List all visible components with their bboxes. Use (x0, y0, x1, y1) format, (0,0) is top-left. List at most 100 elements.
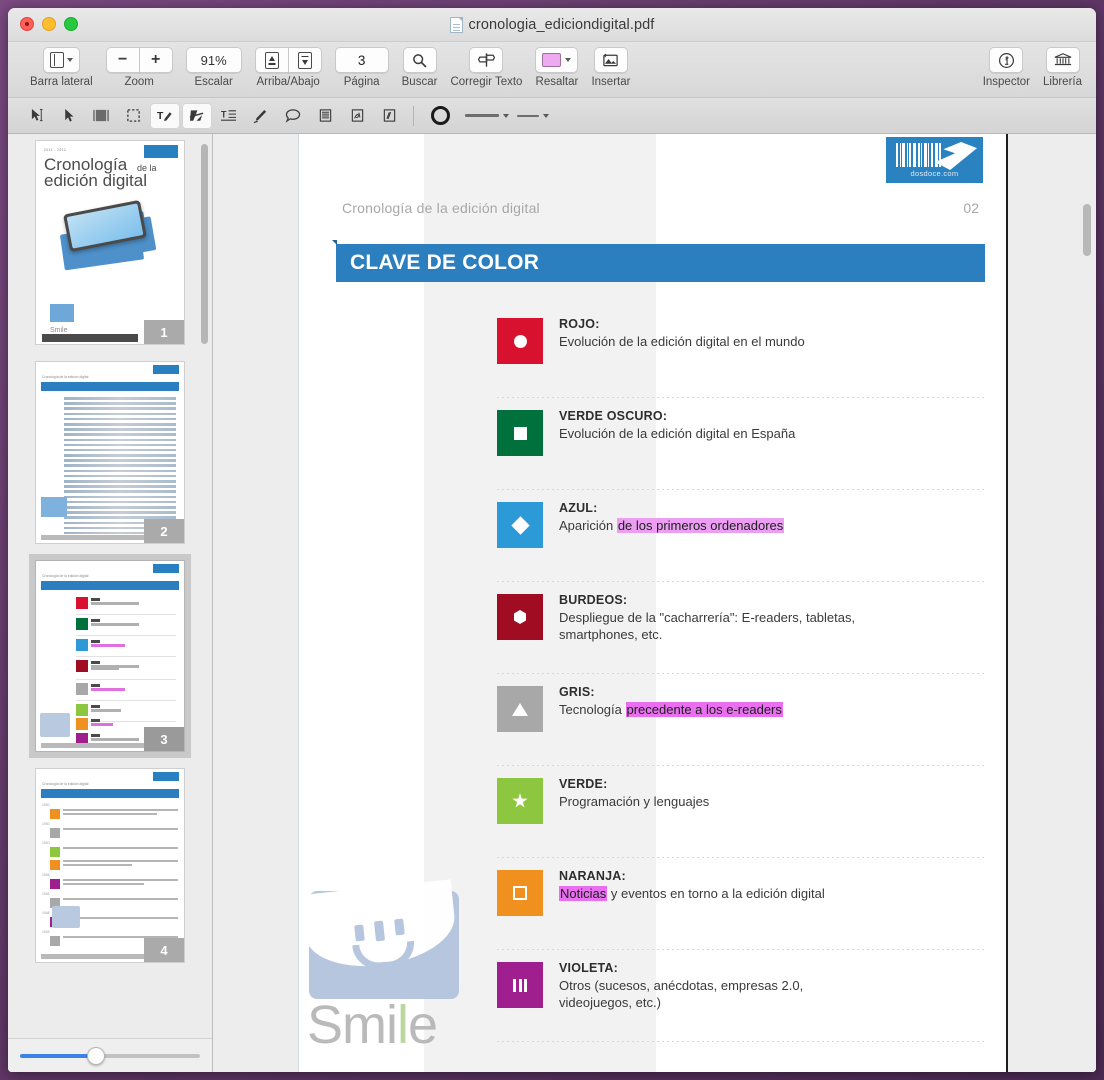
shape-tool-button[interactable] (423, 103, 457, 129)
key-name: AZUL: (559, 501, 598, 515)
barcode-bars (896, 143, 942, 167)
search-button[interactable] (402, 47, 437, 73)
thumb-section-bar (41, 382, 179, 391)
color-key-row: NARANJA: Noticias y eventos en torno a l… (497, 864, 985, 956)
main-toolbar: Barra lateral − + Zoom 91% Escalar Arrib… (8, 42, 1096, 98)
link-icon (383, 109, 395, 122)
key-desc-text: Otros (sucesos, anécdotas, empresas 2.0, (559, 977, 804, 993)
thumbnail-page-1[interactable]: 2011 - 2012 Cronología de la edición dig… (35, 140, 185, 345)
key-name: ROJO: (559, 317, 600, 331)
thumb-running-head: Cronología de la edición digital (42, 574, 89, 578)
inspector-button[interactable] (989, 47, 1024, 73)
key-name: VIOLETA: (559, 961, 619, 975)
slider-knob[interactable] (86, 1046, 105, 1065)
key-description: Otros (sucesos, anécdotas, empresas 2.0,… (559, 977, 985, 1011)
toolbar-group-page: 3 Página (334, 47, 389, 88)
dosdoce-logo: dosdoce.com (886, 137, 983, 183)
sidebar-toggle-button[interactable] (42, 47, 80, 73)
viewer-right-gutter (1010, 134, 1096, 1072)
thumb-cover-footer (42, 334, 138, 342)
toolbar-label-library: Librería (1043, 76, 1082, 88)
swatch-rojo (497, 318, 543, 364)
thumb-cover-brand: Smile (50, 327, 68, 334)
page-select-tool-button[interactable] (86, 103, 116, 129)
library-button[interactable] (1045, 47, 1080, 73)
zoom-out-button[interactable]: − (105, 47, 140, 73)
toolbar-group-zoom: − + Zoom (105, 47, 173, 88)
thumbnail-page-4[interactable]: Cronología de la edición digital 1900 19… (35, 768, 185, 963)
page-number-field[interactable]: 3 (334, 47, 389, 73)
svg-text:T: T (157, 110, 164, 121)
key-divider (497, 673, 985, 674)
insert-button[interactable] (593, 47, 628, 73)
signature-stamp-icon (351, 109, 363, 122)
logo-swoosh-icon (935, 142, 977, 170)
text-select-tool-button[interactable] (22, 103, 52, 129)
thumbnail-page-number: 1 (144, 320, 184, 344)
key-name: GRIS: (559, 685, 595, 699)
toolbar-label-sidebar: Barra lateral (30, 76, 93, 88)
toolbar-label-zoom: Zoom (124, 76, 154, 88)
text-box-icon: T (221, 109, 237, 121)
thumb-section-bar (41, 581, 179, 590)
highlighted-text: Noticias (559, 885, 608, 901)
toolbar-group-highlight: Resaltar (535, 47, 579, 88)
thumb-cover-kicker: 2011 - 2012 (44, 148, 67, 152)
toolbar-group-insert: Insertar (591, 47, 630, 88)
chevron-down-icon (503, 113, 509, 118)
swatch-burdeos (497, 594, 543, 640)
line-style-control[interactable] (465, 113, 509, 118)
redact-tool-button[interactable] (182, 102, 212, 129)
toolbar-label-inspector: Inspector (982, 76, 1030, 88)
chevron-down-icon (565, 58, 572, 62)
toolbar-label-page: Página (343, 76, 380, 88)
line-style-icon (465, 114, 499, 117)
thumbnail-list: 2011 - 2012 Cronología de la edición dig… (8, 134, 212, 1038)
text-edit-tool-button[interactable]: T (150, 102, 180, 129)
thumbnail-size-slider[interactable] (20, 1046, 200, 1065)
color-key-row: VERDE: Programación y lenguajes (497, 772, 985, 864)
scale-field[interactable]: 91% (185, 47, 242, 73)
key-desc-text-line2: videojuegos, etc.) (559, 995, 661, 1011)
comment-tool-button[interactable] (278, 103, 308, 129)
minus-icon: − (117, 51, 128, 68)
marquee-select-tool-button[interactable] (118, 103, 148, 129)
viewer-scrollbar[interactable] (1083, 204, 1091, 256)
key-divider (497, 397, 985, 398)
circle-glyph-icon (513, 334, 527, 348)
note-tool-button[interactable] (310, 103, 340, 129)
arrow-select-tool-button[interactable] (54, 103, 84, 129)
toolbar-group-updown: Arriba/Abajo (254, 47, 322, 88)
swatch-verde (497, 778, 543, 824)
sidebar-scrollbar[interactable] (201, 144, 208, 344)
color-key-list: ROJO: Evolución de la edición digital en… (497, 312, 985, 1048)
triangle-glyph-icon (512, 702, 528, 716)
zoom-in-button[interactable]: + (138, 47, 173, 73)
toolbar-group-inspector: Inspector (983, 47, 1030, 88)
key-desc-text: Evolución de la edición digital en Españ… (559, 425, 796, 441)
key-description: Evolución de la edición digital en Españ… (559, 425, 985, 442)
toolbar-label-insert: Insertar (591, 76, 631, 88)
line-weight-control[interactable] (517, 113, 549, 118)
stamp-tool-button[interactable] (342, 103, 372, 129)
pen-tool-button[interactable] (246, 103, 276, 129)
text-box-tool-button[interactable]: T (214, 103, 244, 129)
page-down-button[interactable] (287, 47, 322, 73)
key-divider (497, 857, 985, 858)
square-outline-glyph-icon (513, 886, 527, 900)
highlight-button[interactable] (535, 47, 579, 73)
correct-text-button[interactable] (469, 47, 504, 73)
key-name: NARANJA: (559, 869, 626, 883)
library-icon (1054, 53, 1071, 66)
thumbnail-page-2[interactable]: Cronología de la edición digital 2 (35, 361, 185, 544)
thumb-section-bar (41, 789, 179, 798)
key-desc-text: Tecnología (559, 701, 626, 717)
highlighted-text: de los primeros ordenadores (616, 517, 785, 533)
scale-value: 91% (200, 52, 227, 68)
key-divider (497, 765, 985, 766)
page-up-button[interactable] (254, 47, 289, 73)
thumbnail-page-3[interactable]: Cronología de la edición digital 3 (35, 560, 185, 752)
key-divider (497, 581, 985, 582)
link-tool-button[interactable] (374, 103, 404, 129)
toolbar-label-search: Buscar (401, 76, 438, 88)
